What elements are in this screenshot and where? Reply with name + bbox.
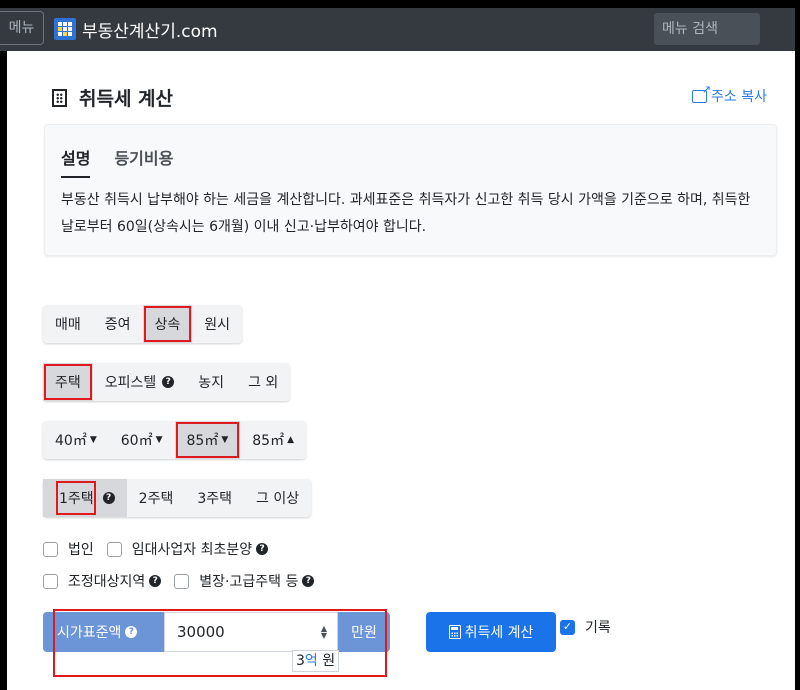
description-text: 부동산 취득시 납부해야 하는 세금을 계산합니다. 과세표준은 취득자가 신고…	[61, 192, 751, 235]
house-count-group: 1주택 ? 2주택 3주택 그 이상	[43, 479, 312, 517]
help-icon[interactable]: ?	[256, 543, 269, 555]
help-icon[interactable]: ?	[149, 575, 162, 587]
page-title: 취득세 계산	[52, 84, 173, 111]
main-content: 취득세 계산 주소 복사 설명 등기비용 부동산 취득시 납부해야 하는 세금을…	[7, 51, 795, 690]
copy-address-label: 주소 복사	[711, 89, 767, 105]
tab-registration-cost[interactable]: 등기비용	[114, 145, 173, 178]
property-option-house[interactable]: 주택	[43, 363, 93, 401]
corporation-checkbox[interactable]: 법인	[43, 539, 94, 559]
share-icon	[692, 83, 711, 103]
acquisition-option-gift[interactable]: 증여	[93, 305, 143, 343]
help-icon[interactable]: ?	[302, 575, 315, 587]
property-option-other[interactable]: 그 외	[236, 363, 290, 401]
area-option-40[interactable]: 40㎡ ▼	[43, 421, 109, 459]
price-highlight-box	[53, 609, 387, 677]
calculate-label: 취득세 계산	[464, 625, 534, 641]
property-type-group: 주택 오피스텔 ? 농지 그 외	[43, 363, 291, 401]
rental-business-checkbox[interactable]: 임대사업자 최초분양 ?	[106, 539, 269, 559]
house-option-more[interactable]: 그 이상	[244, 479, 311, 517]
checkbox-checked[interactable]: ✓	[560, 619, 575, 635]
checkbox-box[interactable]	[174, 573, 190, 589]
record-label: 기록	[585, 620, 611, 636]
area-option-85-below-label: 85㎡	[186, 433, 219, 449]
tab-description[interactable]: 설명	[61, 145, 91, 178]
checkbox-box[interactable]	[43, 541, 58, 557]
area-option-60[interactable]: 60㎡ ▼	[109, 421, 175, 459]
area-option-40-label: 40㎡	[55, 433, 87, 449]
regulated-area-checkbox[interactable]: 조정대상지역 ?	[43, 571, 162, 591]
menu-button[interactable]: 메뉴	[0, 11, 44, 45]
top-navbar: 메뉴 부동산계산기.com 메뉴 검색	[0, 8, 795, 51]
acquisition-option-inheritance[interactable]: 상속	[142, 305, 193, 343]
house-option-1[interactable]: 1주택 ?	[43, 479, 127, 517]
house-option-2[interactable]: 2주택	[127, 479, 186, 517]
property-option-officetel-label: 오피스텔	[104, 375, 157, 391]
caret-down-icon: ▼	[89, 435, 97, 445]
acquisition-option-original[interactable]: 원시	[192, 305, 242, 343]
area-option-60-label: 60㎡	[120, 433, 153, 449]
villa-luxury-checkbox[interactable]: 별장·고급주택 등 ?	[174, 571, 315, 591]
area-option-85-above[interactable]: 85㎡ ▲	[240, 421, 306, 459]
help-icon[interactable]: ?	[162, 376, 175, 388]
brand-link[interactable]: 부동산계산기.com	[54, 16, 218, 42]
corporation-label: 법인	[68, 542, 94, 558]
area-option-85-above-label: 85㎡	[252, 433, 285, 449]
caret-down-icon: ▼	[155, 435, 163, 445]
caret-up-icon: ▲	[287, 435, 294, 445]
checkbox-box[interactable]	[43, 573, 58, 589]
info-card: 설명 등기비용 부동산 취득시 납부해야 하는 세금을 계산합니다. 과세표준은…	[44, 124, 777, 256]
checkbox-box[interactable]	[106, 541, 122, 557]
house-option-3[interactable]: 3주택	[185, 479, 244, 517]
help-icon[interactable]: ?	[102, 492, 115, 504]
copy-address-link[interactable]: 주소 복사	[692, 83, 767, 106]
property-option-farmland[interactable]: 농지	[186, 363, 236, 401]
building-icon	[52, 88, 67, 107]
area-option-85-below[interactable]: 85㎡ ▼	[174, 421, 241, 459]
menu-search-input[interactable]: 메뉴 검색	[654, 13, 760, 45]
checkbox-row-2: 조정대상지역 ? 별장·고급주택 등 ?	[43, 571, 327, 591]
calculator-logo-icon	[54, 18, 76, 40]
page-title-text: 취득세 계산	[79, 88, 174, 110]
brand-name: 부동산계산기.com	[82, 21, 218, 42]
acquisition-type-group: 매매 증여 상속 원시	[43, 305, 243, 343]
rental-business-label: 임대사업자 최초분양	[131, 542, 253, 558]
property-option-officetel[interactable]: 오피스텔 ?	[93, 363, 187, 401]
regulated-area-label: 조정대상지역	[68, 574, 146, 590]
area-group: 40㎡ ▼ 60㎡ ▼ 85㎡ ▼ 85㎡ ▲	[43, 421, 306, 459]
calculator-icon	[448, 625, 461, 639]
record-checkbox[interactable]: ✓ 기록	[560, 617, 611, 637]
checkbox-row-1: 법인 임대사업자 최초분양 ?	[43, 539, 281, 559]
caret-down-icon: ▼	[221, 435, 229, 445]
acquisition-option-purchase[interactable]: 매매	[43, 305, 93, 343]
house-option-1-label: 1주택	[55, 480, 97, 516]
info-tabs: 설명 등기비용	[61, 145, 173, 178]
villa-luxury-label: 별장·고급주택 등	[199, 574, 299, 590]
calculate-button[interactable]: 취득세 계산	[426, 612, 556, 652]
